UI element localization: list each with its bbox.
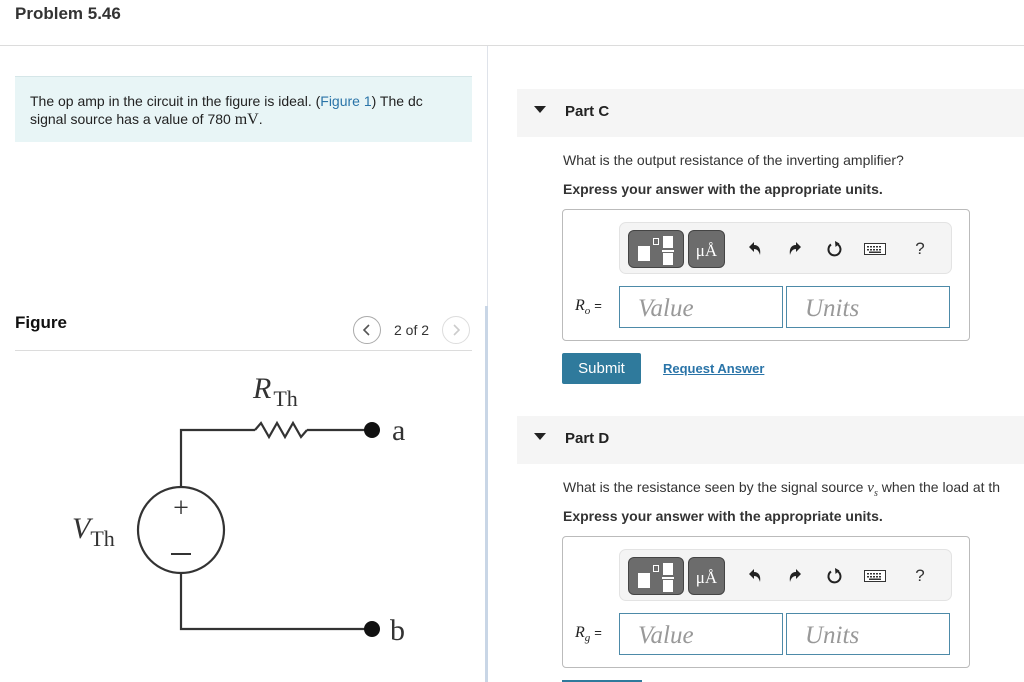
- chevron-right-icon: [453, 324, 461, 336]
- undo-icon: [749, 569, 761, 582]
- bottom-wire: [179, 573, 372, 631]
- part-d-math-toolbar: μÅ ?: [619, 549, 952, 601]
- caret-down-icon: [534, 433, 546, 440]
- templates-button[interactable]: [628, 557, 684, 595]
- help-button[interactable]: ?: [908, 237, 932, 261]
- figure-header: Figure 2 of 2: [15, 304, 472, 351]
- undo-icon: [749, 242, 761, 255]
- previous-figure-button[interactable]: [353, 316, 381, 344]
- part-c-header[interactable]: Part C: [517, 89, 1024, 137]
- part-d-instruction: Express your answer with the appropriate…: [563, 508, 883, 524]
- keyboard-icon: [864, 243, 886, 255]
- plus-sign: +: [173, 493, 189, 524]
- signal-source-symbol: vs: [867, 480, 878, 499]
- resistor-zigzag: [254, 420, 308, 440]
- undo-button[interactable]: [743, 564, 767, 588]
- resistor-label: R: [252, 372, 271, 405]
- variable-subscript: g: [584, 632, 591, 645]
- part-d-value-input[interactable]: [619, 613, 783, 655]
- question-text: What is the resistance seen by the signa…: [563, 479, 868, 495]
- part-c-math-toolbar: μÅ ?: [619, 222, 952, 274]
- problem-title: Problem 5.46: [15, 4, 121, 23]
- terminal-b-dot: [364, 621, 380, 637]
- terminal-a-dot: [364, 422, 380, 438]
- equals-sign: =: [594, 298, 602, 313]
- part-c-variable-label: Ro =: [575, 297, 602, 317]
- part-c-title: Part C: [565, 103, 610, 120]
- redo-button[interactable]: [783, 564, 807, 588]
- reset-button[interactable]: [823, 237, 847, 261]
- part-c-question: What is the output resistance of the inv…: [563, 152, 904, 168]
- part-c-instruction: Express your answer with the appropriate…: [563, 181, 883, 197]
- svg-text:RTh: RTh: [252, 372, 298, 411]
- variable-subscript: o: [584, 305, 591, 318]
- chevron-left-icon: [362, 324, 370, 336]
- problem-statement-pane: The op amp in the circuit in the figure …: [0, 46, 487, 682]
- terminal-a-label: a: [392, 414, 405, 447]
- resistor-subscript: Th: [273, 386, 297, 411]
- next-figure-button[interactable]: [442, 316, 470, 344]
- source-subscript: Th: [90, 526, 114, 551]
- part-c-units-input[interactable]: [786, 286, 950, 328]
- part-d-question: What is the resistance seen by the signa…: [563, 479, 1000, 499]
- figure-page-count: 2 of 2: [394, 322, 430, 338]
- keyboard-button[interactable]: [863, 564, 887, 588]
- intro-text: The op amp in the circuit in the figure …: [30, 93, 321, 109]
- part-c-request-answer-link[interactable]: Request Answer: [663, 361, 764, 376]
- redo-icon: [789, 242, 801, 255]
- intro-text-box: The op amp in the circuit in the figure …: [15, 76, 472, 142]
- figure-label: Figure: [15, 313, 67, 332]
- part-c-submit-button[interactable]: Submit: [562, 353, 641, 384]
- intro-period: .: [258, 111, 263, 127]
- part-c-value-input[interactable]: [619, 286, 783, 328]
- terminal-b-label: b: [390, 614, 405, 647]
- part-d-answer-box: μÅ ? Rg =: [562, 536, 970, 668]
- reset-button[interactable]: [823, 564, 847, 588]
- equals-sign: =: [594, 625, 602, 640]
- units-button[interactable]: μÅ: [688, 557, 725, 595]
- keyboard-button[interactable]: [863, 237, 887, 261]
- part-d-title: Part D: [565, 430, 610, 447]
- problem-header: Problem 5.46: [0, 0, 1024, 46]
- svg-text:VTh: VTh: [72, 512, 115, 551]
- part-d-header[interactable]: Part D: [517, 416, 1024, 464]
- redo-icon: [789, 569, 801, 582]
- figure-link[interactable]: Figure 1: [320, 93, 371, 109]
- keyboard-icon: [864, 570, 886, 582]
- help-button[interactable]: ?: [908, 564, 932, 588]
- question-text-cont: when the load at th: [877, 479, 1001, 495]
- reset-icon: [827, 568, 842, 584]
- part-d-units-input[interactable]: [786, 613, 950, 655]
- reset-icon: [827, 241, 842, 257]
- top-wire-left: [179, 428, 255, 487]
- caret-down-icon: [534, 106, 546, 113]
- voltage-unit: mV: [234, 111, 259, 128]
- part-d-variable-label: Rg =: [575, 624, 602, 644]
- redo-button[interactable]: [783, 237, 807, 261]
- undo-button[interactable]: [743, 237, 767, 261]
- templates-button[interactable]: [628, 230, 684, 268]
- units-button[interactable]: μÅ: [688, 230, 725, 268]
- part-c-answer-box: μÅ ? Ro =: [562, 209, 970, 341]
- question-pane: Part C What is the output resistance of …: [488, 46, 1024, 682]
- thevenin-circuit-figure: + RTh VTh a b: [72, 372, 405, 647]
- variable-symbol: R: [575, 624, 585, 641]
- variable-symbol: R: [575, 297, 585, 314]
